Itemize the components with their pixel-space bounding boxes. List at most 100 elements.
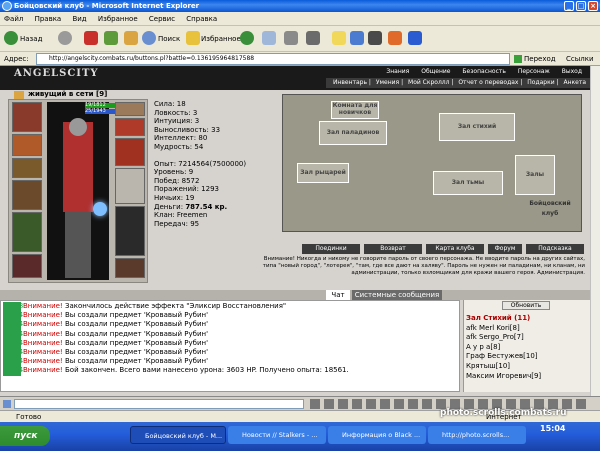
back-button[interactable]: Назад: [20, 30, 42, 48]
messenger-icon[interactable]: [350, 31, 364, 45]
star-icon[interactable]: [186, 31, 200, 45]
search-icon[interactable]: [142, 31, 156, 45]
club-map-button[interactable]: Карта клуба: [426, 244, 484, 254]
helmet-slot[interactable]: [12, 102, 42, 132]
nav-exit[interactable]: Выход: [562, 68, 582, 75]
tab-system-messages[interactable]: Системные сообщения: [352, 290, 442, 300]
nav-character[interactable]: Персонаж: [518, 68, 550, 75]
user-item[interactable]: afk Merl Kori[8]: [466, 324, 541, 334]
close-button[interactable]: ×: [588, 1, 598, 11]
links-label[interactable]: Ссылки: [566, 52, 594, 66]
vertical-scrollbar[interactable]: [590, 66, 600, 396]
media-icon[interactable]: [408, 31, 422, 45]
home-icon[interactable]: [124, 31, 138, 45]
print-icon[interactable]: [284, 31, 298, 45]
return-button[interactable]: Возврат: [364, 244, 422, 254]
k-icon[interactable]: [368, 31, 382, 45]
subnav-transfers[interactable]: Отчет о переводах: [458, 79, 518, 86]
info-clan: Клан: Freemen: [154, 211, 208, 220]
pants-slot[interactable]: [115, 206, 145, 256]
chat-line: 15:04Внимание! Вы создали предмет 'Крова…: [3, 311, 209, 321]
task-black-info[interactable]: Информация о Black ...: [328, 426, 426, 444]
map-elements-hall[interactable]: Зал стихий: [439, 113, 515, 141]
nav-chat[interactable]: Общение: [421, 68, 450, 75]
back-arrow-icon[interactable]: [4, 31, 18, 45]
subnav-profile[interactable]: Анкета: [563, 79, 586, 86]
address-input[interactable]: http://angelscity.combats.ru/buttons.pl?…: [36, 53, 510, 65]
map-paladins-hall[interactable]: Зал паладинов: [319, 121, 387, 145]
task-photo-scrolls[interactable]: http://photo.scrolls...: [428, 426, 526, 444]
browser-window: Бойцовский клуб - Microsoft Internet Exp…: [0, 0, 600, 451]
duels-button[interactable]: Поединки: [302, 244, 360, 254]
subnav-skills[interactable]: Умения: [376, 79, 399, 86]
refresh-button[interactable]: Обновить: [502, 301, 550, 310]
refresh-icon[interactable]: [104, 31, 118, 45]
boots-slot[interactable]: [115, 258, 145, 278]
task-stalkers-news[interactable]: Новости // Stalkers - ...: [228, 426, 326, 444]
menu-file[interactable]: Файл: [4, 15, 23, 23]
history-icon[interactable]: [240, 31, 254, 45]
stat-agility: Ловкость: 3: [154, 108, 198, 117]
armor-slot[interactable]: [12, 212, 42, 252]
ie-icon: [2, 1, 12, 11]
smiley-icon[interactable]: [3, 400, 11, 408]
ring-slot[interactable]: [115, 118, 145, 136]
chat-input[interactable]: [14, 399, 304, 409]
user-item[interactable]: Крятыш[10]: [466, 362, 541, 372]
menu-edit[interactable]: Правка: [35, 15, 62, 23]
map-darkness-hall[interactable]: Зал тьмы: [433, 171, 503, 195]
hint-button[interactable]: Подсказка: [526, 244, 584, 254]
menu-help[interactable]: Справка: [186, 15, 217, 23]
empty-slot[interactable]: [115, 168, 145, 204]
go-button[interactable]: Переход: [524, 52, 556, 66]
subnav-scroll[interactable]: Мой Скроллл: [408, 79, 449, 86]
tab-chat[interactable]: Чат: [326, 290, 350, 300]
chat-tabs: Чат Системные сообщения: [0, 290, 590, 300]
map-halls[interactable]: Залы: [515, 155, 555, 195]
character-name[interactable]: живущий в сети [9]: [28, 90, 107, 98]
user-item[interactable]: Максим Игоревич[9]: [466, 372, 541, 382]
menu-tools[interactable]: Сервис: [149, 15, 175, 23]
folder-icon[interactable]: [332, 31, 346, 45]
user-item[interactable]: Граф Бестужев[10]: [466, 352, 541, 362]
chat-line: 14:48Внимание! Закончилось действие эффе…: [3, 302, 287, 312]
map-knights-hall[interactable]: Зал рыцарей: [297, 163, 349, 183]
subnav-inventory[interactable]: Инвентарь: [333, 79, 367, 86]
forward-arrow-icon[interactable]: [58, 31, 72, 45]
stop-icon[interactable]: [84, 31, 98, 45]
info-transfers: Передач: 95: [154, 219, 200, 228]
chat-line: 15:04Внимание! Вы создали предмет 'Крова…: [3, 357, 209, 367]
edit-icon[interactable]: [306, 31, 320, 45]
belt-slot[interactable]: [12, 254, 42, 278]
earring-slot[interactable]: [115, 102, 145, 116]
map-newbies-room[interactable]: Комната для новичков: [331, 101, 379, 119]
map-fight-club-label: Бойцовский клуб: [529, 200, 571, 217]
subnav-gifts[interactable]: Подарки: [527, 79, 554, 86]
download-icon[interactable]: [388, 31, 402, 45]
go-icon[interactable]: [514, 55, 522, 63]
weapon-slot[interactable]: [12, 158, 42, 178]
magic-orb: [93, 202, 107, 216]
staff-slot[interactable]: [12, 180, 42, 210]
task-fight-club[interactable]: Бойцовский клуб - М...: [130, 426, 226, 444]
nav-knowledge[interactable]: Знания: [386, 68, 409, 75]
info-level: Уровень: 9: [154, 168, 194, 177]
minimize-button[interactable]: _: [564, 1, 574, 11]
mail-icon[interactable]: [262, 31, 276, 45]
favorites-button[interactable]: Избранное: [201, 30, 241, 48]
amulet-slot[interactable]: [12, 134, 42, 156]
info-draws: Ничьих: 19: [154, 193, 195, 202]
menu-favorites[interactable]: Избранное: [98, 15, 138, 23]
maximize-button[interactable]: □: [576, 1, 586, 11]
user-item[interactable]: afk Sergo_Pro[7]: [466, 333, 541, 343]
start-button[interactable]: пуск: [0, 426, 50, 446]
forum-button[interactable]: Форум: [488, 244, 522, 254]
chat-line: 15:04Внимание! Вы создали предмет 'Крова…: [3, 338, 209, 349]
menu-view[interactable]: Вид: [72, 15, 86, 23]
clock: 15:04: [540, 424, 566, 433]
user-item[interactable]: А у р а[8]: [466, 343, 541, 353]
search-button[interactable]: Поиск: [158, 30, 180, 48]
mana-bar: 25/1943: [85, 109, 115, 114]
nav-security[interactable]: Безопасность: [462, 68, 506, 75]
gloves-slot[interactable]: [115, 138, 145, 166]
